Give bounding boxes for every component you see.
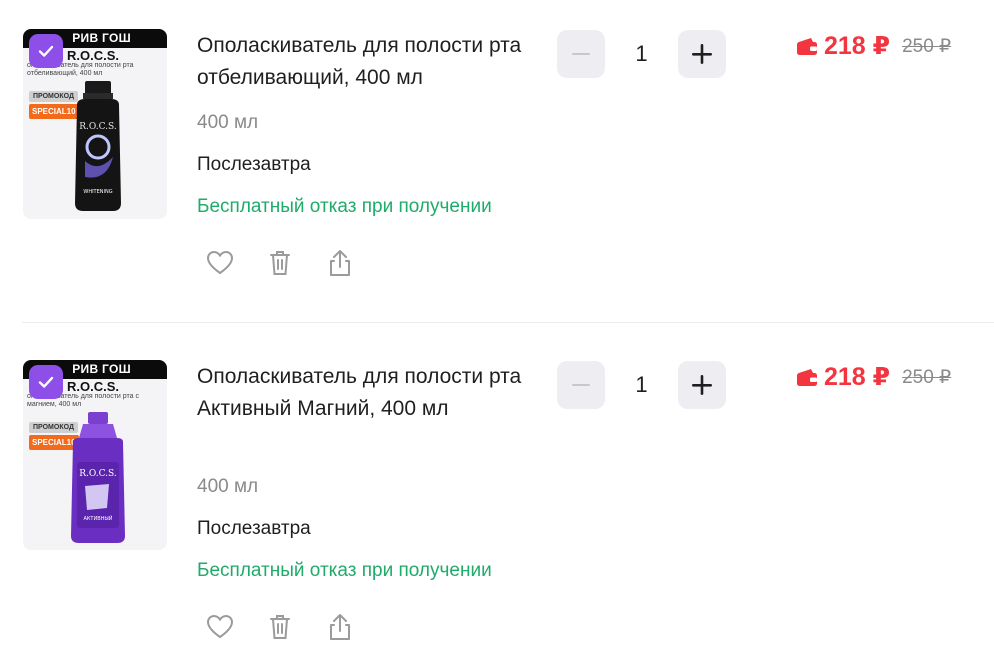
bottle-illustration: R.O.C.S. АКТИВНЫЙ [71, 412, 125, 543]
image-product-title: R.O.C.S. [67, 379, 120, 394]
price-block: 218 ₽ 250 ₽ [796, 362, 951, 392]
cart-item: РИВ ГОШ R.O.C.S. ополаскиватель для поло… [0, 0, 994, 668]
trash-icon[interactable] [265, 612, 295, 642]
heart-icon[interactable] [205, 612, 235, 642]
bottle-label: АКТИВНЫЙ [83, 515, 112, 522]
product-volume: 400 мл [197, 476, 259, 497]
old-price: 250 ₽ [902, 366, 952, 388]
quantity-stepper: 1 [557, 361, 726, 409]
product-image[interactable]: РИВ ГОШ R.O.C.S. ополаскиватель для поло… [23, 360, 167, 550]
product-name[interactable]: Ополаскиватель для полости рта Активный … [197, 361, 537, 425]
checkbox-icon[interactable] [29, 34, 63, 68]
share-icon[interactable] [325, 612, 355, 642]
free-refusal-note: Бесплатный отказ при получении [197, 560, 492, 581]
wallet-icon [796, 368, 818, 387]
item-actions [205, 612, 385, 642]
increase-quantity-button[interactable] [678, 361, 726, 409]
quantity-value: 1 [635, 372, 648, 397]
checkbox-icon[interactable] [29, 365, 63, 399]
bottle-logo: R.O.C.S. [79, 469, 117, 479]
plus-icon [692, 375, 712, 395]
store-brand-label: РИВ ГОШ [72, 362, 131, 376]
decrease-quantity-button[interactable] [557, 361, 605, 409]
delivery-date: Послезавтра [197, 518, 311, 539]
current-price: 218 ₽ [824, 363, 891, 391]
minus-icon [572, 384, 590, 386]
